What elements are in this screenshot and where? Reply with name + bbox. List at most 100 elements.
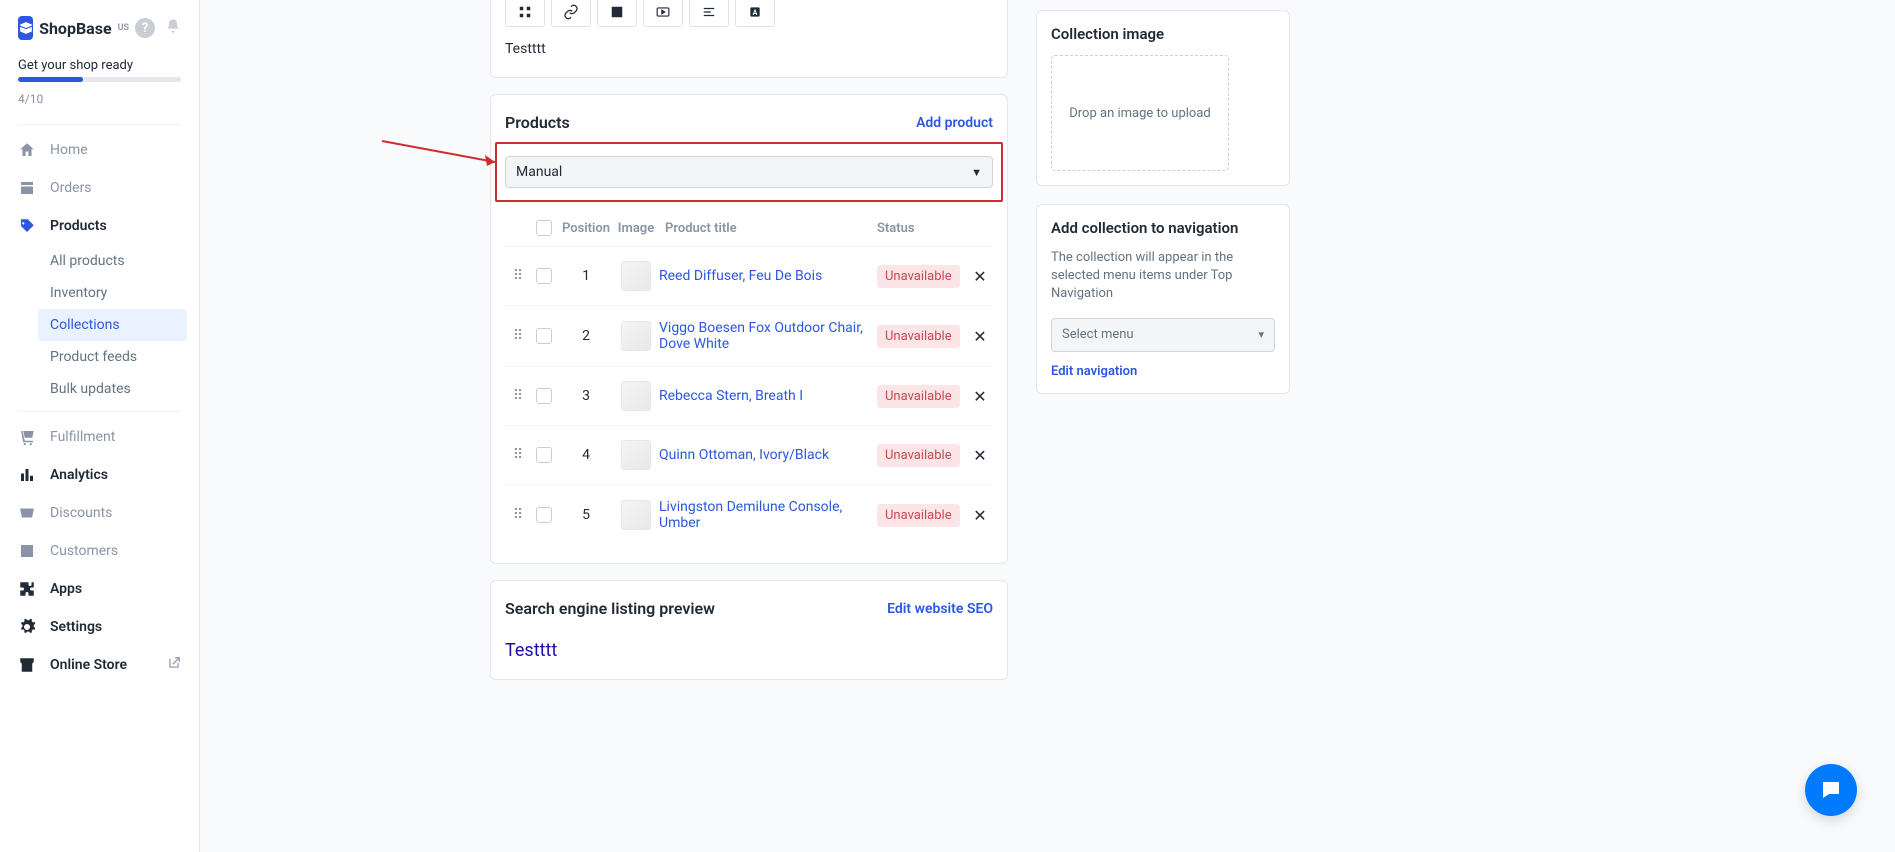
product-title-link[interactable]: Quinn Ottoman, Ivory/Black xyxy=(659,447,877,463)
subnav-bulk-updates[interactable]: Bulk updates xyxy=(50,373,199,405)
navigation-card: Add collection to navigation The collect… xyxy=(1036,204,1290,394)
row-position: 2 xyxy=(559,328,613,344)
brand-region: US xyxy=(118,23,129,33)
subnav-collections[interactable]: Collections xyxy=(38,309,187,341)
product-title-link[interactable]: Reed Diffuser, Feu De Bois xyxy=(659,268,877,284)
sidebar-item-label: Discounts xyxy=(50,505,112,521)
menu-select[interactable]: Select menu ▾ xyxy=(1051,318,1275,352)
sidebar-item-apps[interactable]: Apps xyxy=(0,570,199,608)
sidebar-item-customers[interactable]: Customers xyxy=(0,532,199,570)
navigation-heading: Add collection to navigation xyxy=(1051,219,1275,237)
status-badge: Unavailable xyxy=(877,385,960,408)
status-badge: Unavailable xyxy=(877,325,960,348)
bell-icon[interactable] xyxy=(165,18,181,38)
sidebar-item-label: Fulfillment xyxy=(50,429,115,445)
remove-row-button[interactable]: ✕ xyxy=(967,506,993,525)
row-checkbox[interactable] xyxy=(536,328,552,344)
product-thumbnail xyxy=(621,321,651,351)
table-icon[interactable] xyxy=(505,0,545,27)
svg-text:A: A xyxy=(753,9,758,17)
product-thumbnail xyxy=(621,261,651,291)
external-link-icon[interactable] xyxy=(167,656,181,674)
app-sidebar: ShopBase US ? Get your shop ready 4/10 H… xyxy=(0,0,200,852)
remove-row-button[interactable]: ✕ xyxy=(967,267,993,286)
align-icon[interactable] xyxy=(689,0,729,27)
row-position: 3 xyxy=(559,388,613,404)
row-position: 1 xyxy=(559,268,613,284)
sidebar-item-label: Customers xyxy=(50,543,118,559)
col-position: Position xyxy=(559,221,613,236)
menu-select-placeholder: Select menu xyxy=(1062,327,1134,342)
drag-handle-icon[interactable]: ⠿ xyxy=(505,268,529,284)
image-icon[interactable] xyxy=(597,0,637,27)
onboarding-label: Get your shop ready xyxy=(0,58,199,77)
col-image: Image xyxy=(613,221,659,236)
main-content: A Testttt Products Add product Manual ▼ xyxy=(200,0,1895,852)
format-icon[interactable]: A xyxy=(735,0,775,27)
image-drop-zone[interactable]: Drop an image to upload xyxy=(1051,55,1229,171)
sidebar-item-orders[interactable]: Orders xyxy=(0,169,199,207)
chat-icon xyxy=(1819,778,1843,802)
link-icon[interactable] xyxy=(551,0,591,27)
subnav-product-feeds[interactable]: Product feeds xyxy=(50,341,199,373)
cart-icon xyxy=(18,428,36,446)
editor-content[interactable]: Testttt xyxy=(505,37,993,57)
row-checkbox[interactable] xyxy=(536,268,552,284)
discount-icon xyxy=(18,504,36,522)
table-row: ⠿ 4 Quinn Ottoman, Ivory/Black Unavailab… xyxy=(505,426,993,485)
sidebar-item-home[interactable]: Home xyxy=(0,131,199,169)
pointer-arrow-annotation xyxy=(377,136,507,176)
sidebar-item-online-store[interactable]: Online Store xyxy=(0,646,199,684)
seo-card: Search engine listing preview Edit websi… xyxy=(490,580,1008,680)
sidebar-item-label: Analytics xyxy=(50,467,108,483)
sidebar-item-discounts[interactable]: Discounts xyxy=(0,494,199,532)
products-subnav: All products Inventory Collections Produ… xyxy=(0,245,199,405)
product-title-link[interactable]: Viggo Boesen Fox Outdoor Chair, Dove Whi… xyxy=(659,320,877,352)
row-position: 4 xyxy=(559,447,613,463)
subnav-all-products[interactable]: All products xyxy=(50,245,199,277)
remove-row-button[interactable]: ✕ xyxy=(967,446,993,465)
drag-handle-icon[interactable]: ⠿ xyxy=(505,447,529,463)
onboarding-count: 4/10 xyxy=(0,88,199,118)
row-checkbox[interactable] xyxy=(536,388,552,404)
table-row: ⠿ 1 Reed Diffuser, Feu De Bois Unavailab… xyxy=(505,247,993,306)
product-title-link[interactable]: Livingston Demilune Console, Umber xyxy=(659,499,877,531)
sidebar-item-fulfillment[interactable]: Fulfillment xyxy=(0,418,199,456)
gear-icon xyxy=(18,618,36,636)
select-all-checkbox[interactable] xyxy=(536,220,552,236)
logo-icon xyxy=(18,16,33,40)
table-row: ⠿ 2 Viggo Boesen Fox Outdoor Chair, Dove… xyxy=(505,306,993,367)
row-checkbox[interactable] xyxy=(536,507,552,523)
drag-handle-icon[interactable]: ⠿ xyxy=(505,507,529,523)
video-icon[interactable] xyxy=(643,0,683,27)
sidebar-item-label: Settings xyxy=(50,619,102,635)
brand-header: ShopBase US ? xyxy=(0,16,199,58)
editor-toolbar: A xyxy=(505,0,993,37)
row-position: 5 xyxy=(559,507,613,523)
drag-handle-icon[interactable]: ⠿ xyxy=(505,328,529,344)
sidebar-item-analytics[interactable]: Analytics xyxy=(0,456,199,494)
products-table-body: ⠿ 1 Reed Diffuser, Feu De Bois Unavailab… xyxy=(505,247,993,545)
chat-bubble-button[interactable] xyxy=(1805,764,1857,816)
remove-row-button[interactable]: ✕ xyxy=(967,327,993,346)
edit-seo-button[interactable]: Edit website SEO xyxy=(887,601,993,617)
sort-value: Manual xyxy=(516,164,562,180)
drag-handle-icon[interactable]: ⠿ xyxy=(505,388,529,404)
tag-icon xyxy=(18,217,36,235)
help-icon[interactable]: ? xyxy=(135,18,155,38)
puzzle-icon xyxy=(18,580,36,598)
sidebar-item-products[interactable]: Products xyxy=(0,207,199,245)
product-thumbnail xyxy=(621,440,651,470)
sidebar-item-settings[interactable]: Settings xyxy=(0,608,199,646)
col-status: Status xyxy=(877,221,967,236)
edit-navigation-button[interactable]: Edit navigation xyxy=(1051,364,1275,379)
sort-select[interactable]: Manual ▼ xyxy=(505,156,993,188)
collection-image-heading: Collection image xyxy=(1051,25,1275,43)
remove-row-button[interactable]: ✕ xyxy=(967,387,993,406)
drop-zone-text: Drop an image to upload xyxy=(1069,106,1210,121)
row-checkbox[interactable] xyxy=(536,447,552,463)
add-product-button[interactable]: Add product xyxy=(916,115,993,131)
collection-image-card: Collection image Drop an image to upload xyxy=(1036,10,1290,186)
product-title-link[interactable]: Rebecca Stern, Breath I xyxy=(659,388,877,404)
subnav-inventory[interactable]: Inventory xyxy=(50,277,199,309)
